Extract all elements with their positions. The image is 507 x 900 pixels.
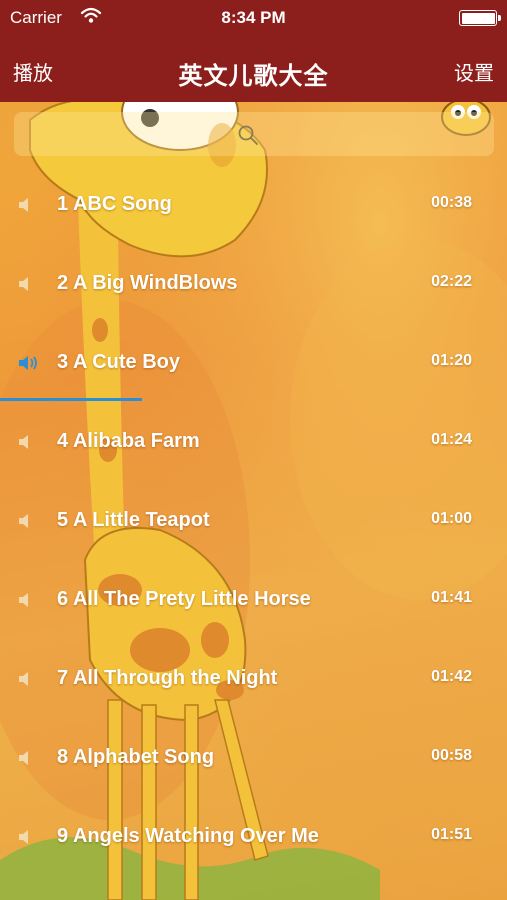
song-row[interactable]: 9 Angels Watching Over Me 01:51 bbox=[0, 798, 507, 877]
page-title: 英文儿歌大全 bbox=[178, 63, 329, 90]
speaker-icon bbox=[19, 198, 28, 212]
playback-progress-fill bbox=[0, 398, 142, 401]
song-title: 8 Alphabet Song bbox=[57, 746, 215, 768]
speaker-icon bbox=[19, 435, 28, 449]
song-row[interactable]: 2 A Big WindBlows 02:22 bbox=[0, 245, 507, 324]
song-row[interactable]: 6 All The Prety Little Horse 01:41 bbox=[0, 561, 507, 640]
song-duration: 01:00 bbox=[431, 510, 472, 527]
song-duration: 01:20 bbox=[431, 352, 472, 369]
search-bar[interactable] bbox=[14, 112, 494, 156]
settings-button[interactable]: 设置 bbox=[454, 57, 494, 86]
song-duration: 01:51 bbox=[431, 826, 472, 843]
song-duration: 01:24 bbox=[431, 431, 472, 448]
song-title: 3 A Cute Boy bbox=[57, 351, 180, 373]
speaker-icon bbox=[19, 830, 28, 844]
playback-progress-bar[interactable] bbox=[0, 398, 507, 401]
status-time: 8:34 PM bbox=[221, 8, 286, 27]
song-row[interactable]: 7 All Through the Night 01:42 bbox=[0, 640, 507, 719]
song-row[interactable]: 3 A Cute Boy 01:20 bbox=[0, 324, 507, 403]
battery-icon bbox=[459, 10, 501, 26]
song-duration: 00:38 bbox=[431, 194, 472, 211]
song-title: 6 All The Prety Little Horse bbox=[57, 588, 311, 610]
speaker-icon bbox=[19, 593, 28, 607]
search-icon[interactable] bbox=[236, 123, 260, 147]
song-title: 2 A Big WindBlows bbox=[57, 272, 238, 294]
speaker-icon bbox=[19, 277, 28, 291]
song-row[interactable]: 1 ABC Song 00:38 bbox=[0, 166, 507, 245]
song-duration: 01:42 bbox=[431, 668, 472, 685]
speaker-icon bbox=[19, 514, 28, 528]
song-title: 4 Alibaba Farm bbox=[57, 430, 200, 452]
speaker-icon bbox=[19, 751, 28, 765]
song-row[interactable]: 8 Alphabet Song 00:58 bbox=[0, 719, 507, 798]
song-row[interactable]: 4 Alibaba Farm 01:24 bbox=[0, 403, 507, 482]
speaker-icon bbox=[19, 672, 28, 686]
status-bar: Carrier 8:34 PM bbox=[0, 0, 507, 36]
song-duration: 02:22 bbox=[431, 273, 472, 290]
navigation-bar: 播放 英文儿歌大全 设置 bbox=[0, 36, 507, 102]
song-title: 7 All Through the Night bbox=[57, 667, 278, 689]
song-row[interactable]: 5 A Little Teapot 01:00 bbox=[0, 482, 507, 561]
song-title: 5 A Little Teapot bbox=[57, 509, 210, 531]
song-duration: 00:58 bbox=[431, 747, 472, 764]
song-title: 1 ABC Song bbox=[57, 193, 172, 215]
song-duration: 01:41 bbox=[431, 589, 472, 606]
song-title: 9 Angels Watching Over Me bbox=[57, 825, 319, 847]
speaker-playing-icon bbox=[19, 356, 37, 370]
